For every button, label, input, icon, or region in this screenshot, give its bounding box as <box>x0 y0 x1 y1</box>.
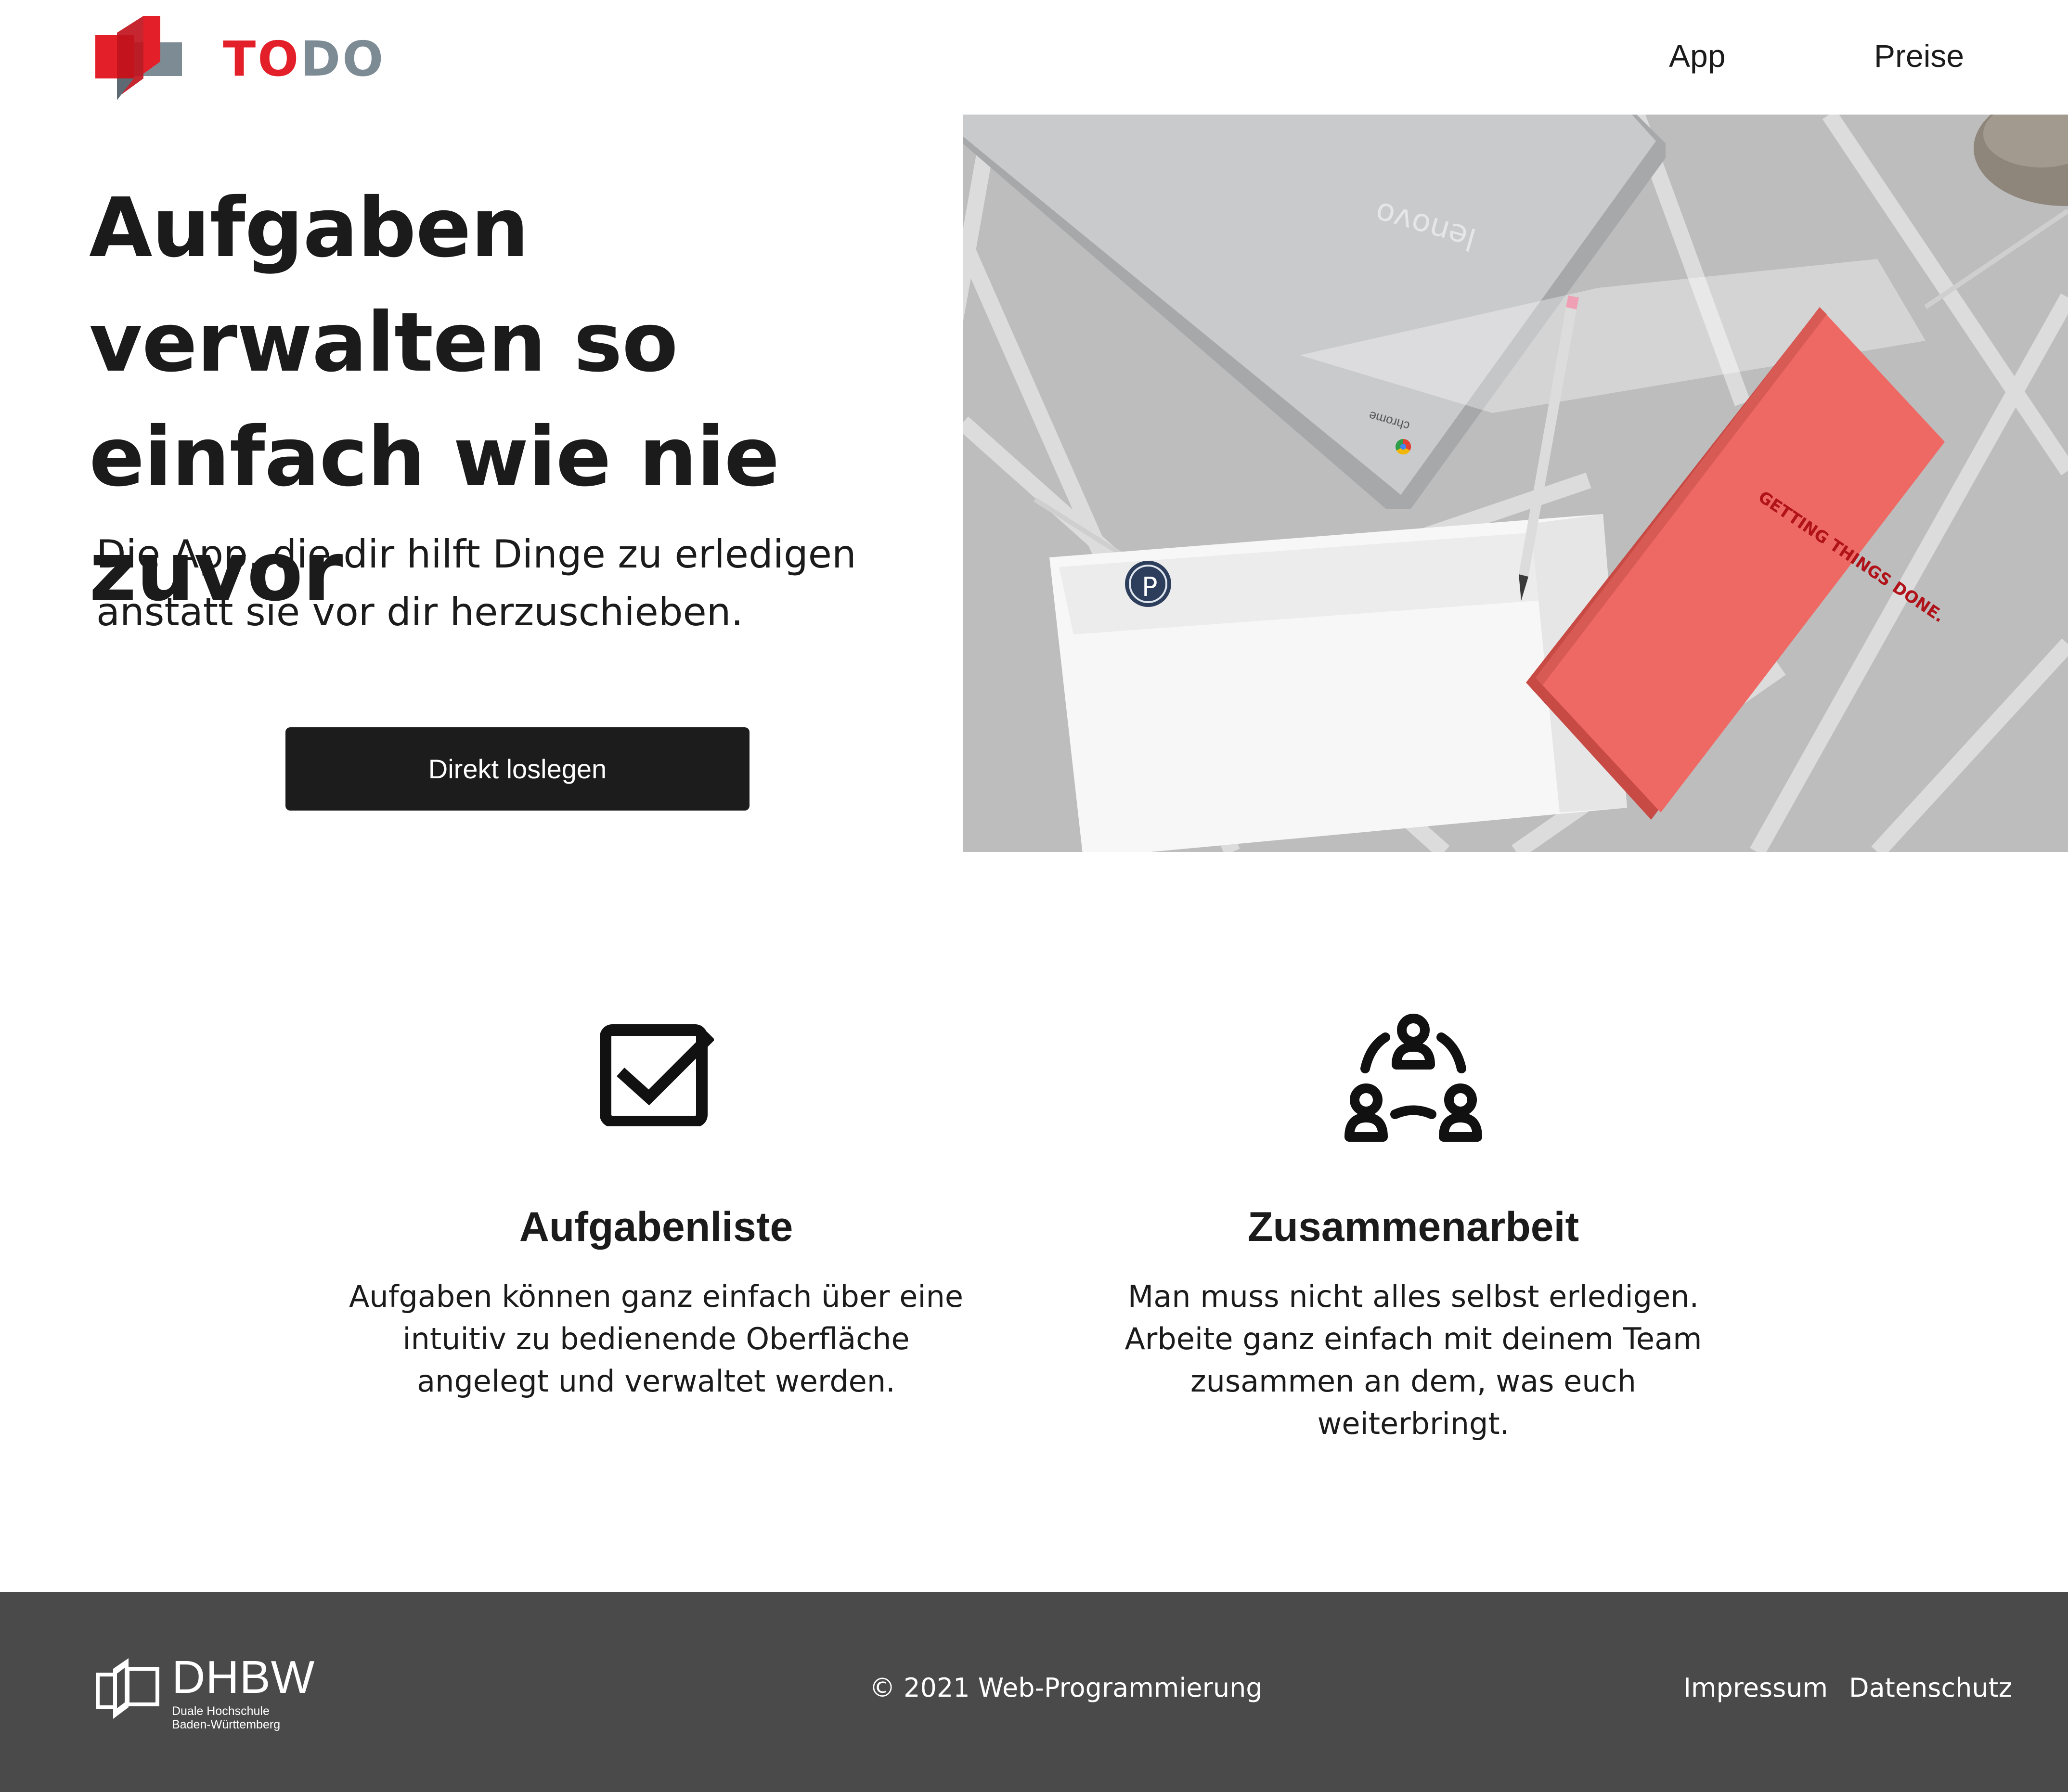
copyright-text: © 2021 Web-Programmierung <box>869 1673 1263 1703</box>
footer: DHBW Duale Hochschule Baden-Württemberg … <box>0 1592 2068 1792</box>
feature-text: Man muss nicht alles selbst erledigen. A… <box>1124 1279 1702 1441</box>
nav-link-app[interactable]: App <box>1669 38 1725 74</box>
todo-logo[interactable]: TODO <box>95 16 385 103</box>
sticker-letter: P <box>1142 572 1158 602</box>
dhbw-subline-2: Baden-Württemberg <box>172 1718 281 1731</box>
checkbox-icon <box>600 1024 714 1126</box>
todo-logo-mark-icon <box>95 16 182 100</box>
feature-title: Aufgabenliste <box>519 1204 793 1250</box>
feature-title: Zusammenarbeit <box>1247 1204 1579 1250</box>
feature-aufgabenliste: Aufgabenliste Aufgaben können ganz einfa… <box>336 1011 976 1399</box>
todo-logo-text: TODO <box>223 35 385 83</box>
nav-link-preise[interactable]: Preise <box>1874 38 1964 74</box>
dhbw-name: DHBW <box>172 1651 315 1703</box>
team-icon <box>1344 1014 1482 1142</box>
feature-text: Aufgaben können ganz einfach über eine i… <box>349 1279 964 1399</box>
dhbw-logo-mark-icon <box>96 1658 159 1719</box>
footer-link-datenschutz[interactable]: Datenschutz <box>1849 1673 2012 1703</box>
dhbw-logo: DHBW Duale Hochschule Baden-Württemberg <box>94 1654 315 1731</box>
hero-image: lenovo chrome P GETTING THINGS DONE. <box>963 115 2068 852</box>
hero-subtitle: Die App, die dir hilft Dinge zu erledige… <box>96 532 856 634</box>
footer-link-impressum[interactable]: Impressum <box>1683 1673 1828 1703</box>
logo-text-to: TO <box>223 31 301 87</box>
direkt-loslegen-button[interactable]: Direkt loslegen <box>285 727 750 811</box>
feature-zusammenarbeit: Zusammenarbeit Man muss nicht alles selb… <box>1093 1011 1733 1441</box>
logo-text-do: DO <box>300 31 386 87</box>
dhbw-subline-1: Duale Hochschule <box>172 1704 270 1718</box>
